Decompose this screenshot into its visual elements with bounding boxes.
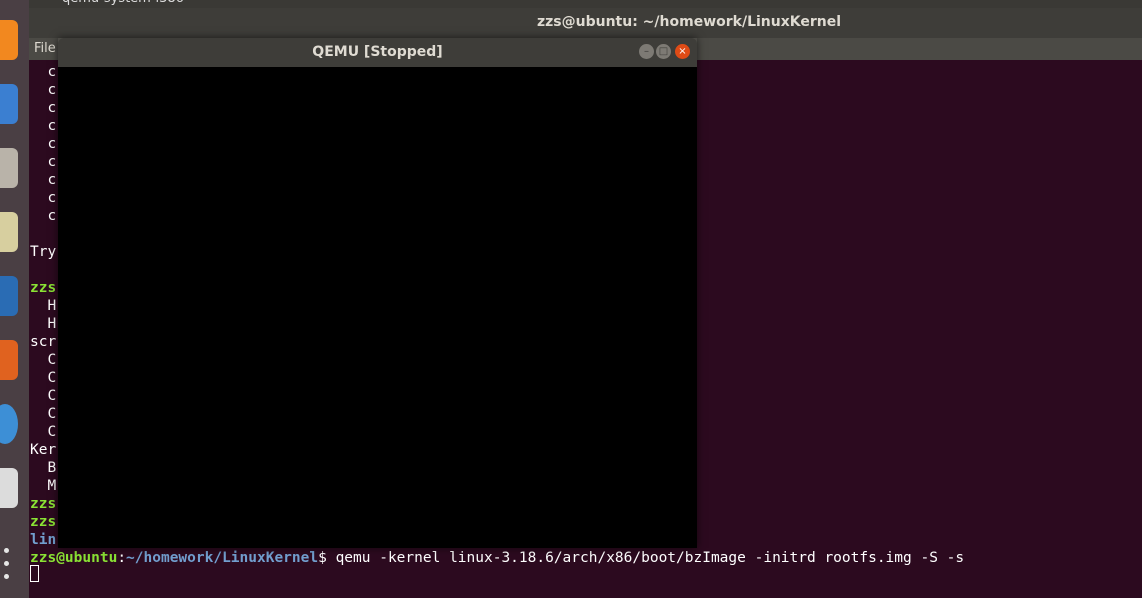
- terminal-line: lin: [30, 532, 57, 548]
- workspace-indicator-icon: [4, 574, 9, 579]
- qemu-display[interactable]: [58, 67, 697, 548]
- software-center-icon[interactable]: [0, 340, 18, 380]
- workspace-indicator-icon: [4, 548, 9, 553]
- terminal-line: c: [30, 172, 57, 188]
- terminal-line: zzs: [30, 514, 57, 530]
- qemu-title: QEMU [Stopped]: [312, 44, 443, 60]
- qemu-window: QEMU [Stopped] – □ ×: [58, 38, 697, 548]
- terminal-line: M: [30, 478, 57, 494]
- terminal-line: H: [30, 316, 57, 332]
- terminal-line: C: [30, 406, 57, 422]
- amazon-icon[interactable]: [0, 468, 18, 508]
- terminal-line: C: [30, 352, 57, 368]
- thunderbird-icon[interactable]: [0, 84, 18, 124]
- terminal-line: c: [30, 136, 57, 152]
- terminal-line: Try: [30, 244, 57, 260]
- terminal-line: C: [30, 424, 57, 440]
- terminal-line: c: [30, 190, 57, 206]
- terminal-line: B: [30, 460, 57, 476]
- terminal-line: Ker: [30, 442, 57, 458]
- terminal-line: zzs: [30, 280, 57, 296]
- help-icon[interactable]: [0, 404, 18, 444]
- writer-icon[interactable]: [0, 276, 18, 316]
- qemu-titlebar[interactable]: QEMU [Stopped] – □ ×: [58, 38, 697, 67]
- terminal-line: c: [30, 64, 57, 80]
- launcher: [0, 0, 29, 598]
- files-icon[interactable]: [0, 148, 18, 188]
- menu-file[interactable]: File: [34, 41, 56, 56]
- terminal-line: c: [30, 100, 57, 116]
- terminal-title: zzs@ubuntu: ~/homework/LinuxKernel: [537, 14, 842, 30]
- firefox-icon[interactable]: [0, 20, 18, 60]
- prompt-path: ~/homework/LinuxKernel: [126, 550, 319, 566]
- maximize-icon[interactable]: □: [656, 44, 671, 59]
- workspace-indicator-icon: [4, 561, 9, 566]
- terminal-line: C: [30, 388, 57, 404]
- terminal-line: zzs: [30, 496, 57, 512]
- top-panel: qemu-system-i386: [0, 0, 1142, 8]
- command-line: zzs@ubuntu:~/homework/LinuxKernel$ qemu …: [30, 549, 964, 567]
- terminal-line: H: [30, 298, 57, 314]
- terminal-line: C: [30, 370, 57, 386]
- prompt-separator: :: [117, 550, 127, 566]
- terminal-line: c: [30, 118, 57, 134]
- minimize-icon[interactable]: –: [639, 44, 654, 59]
- top-panel-title: qemu-system-i386: [62, 0, 184, 6]
- terminal-titlebar[interactable]: zzs@ubuntu: ~/homework/LinuxKernel: [29, 8, 1142, 38]
- terminal-line: scr: [30, 334, 57, 350]
- terminal-line: c: [30, 82, 57, 98]
- command-text: qemu -kernel linux-3.18.6/arch/x86/boot/…: [335, 550, 965, 566]
- terminal-line: c: [30, 154, 57, 170]
- rhythmbox-icon[interactable]: [0, 212, 18, 252]
- close-icon[interactable]: ×: [675, 44, 690, 59]
- terminal-line: c: [30, 208, 57, 224]
- terminal-cursor: [30, 565, 39, 582]
- prompt-user: zzs@ubuntu: [30, 550, 118, 566]
- prompt-symbol: $: [318, 550, 336, 566]
